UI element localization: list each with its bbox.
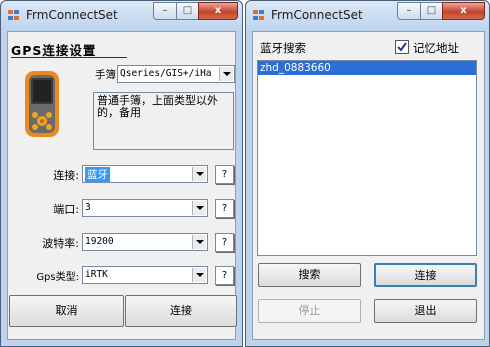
cancel-button[interactable]: 取消	[9, 295, 124, 327]
gps-type-select[interactable]: iRTK	[82, 266, 208, 284]
chevron-down-icon[interactable]	[219, 67, 233, 81]
search-button[interactable]: 搜索	[258, 263, 361, 287]
gps-type-label: Gps类型:	[36, 272, 79, 283]
maximize-button[interactable]: □	[420, 2, 443, 20]
maximize-button[interactable]: □	[176, 2, 199, 20]
app-icon	[8, 10, 21, 22]
port-help-button[interactable]: ?	[215, 199, 234, 218]
baud-select-value: 19200	[85, 236, 114, 247]
bt-search-label: 蓝牙搜索	[260, 41, 306, 55]
port-label: 端口:	[53, 203, 79, 216]
minimize-button[interactable]: –	[153, 2, 177, 20]
exit-button-label: 退出	[414, 304, 437, 317]
stop-button[interactable]: 停止	[258, 299, 361, 323]
remember-label: 记忆地址	[413, 41, 459, 55]
device-name: zhd_0883660	[260, 62, 331, 74]
right-window: FrmConnectSet – □ x 蓝牙搜索 记忆地址 zhd_088366…	[245, 0, 490, 347]
left-client: GPS连接设置 手簿: Qseries/GIS+/iHa 普通手簿，上面类型以外…	[7, 31, 237, 340]
gps-device-image	[23, 69, 61, 139]
checkmark-icon	[397, 42, 407, 52]
connect-button-label: 连接	[414, 269, 437, 282]
handbook-select-value: Qseries/GIS+/iHa	[120, 68, 212, 79]
connect-help-button[interactable]: ?	[215, 165, 234, 184]
window-title: FrmConnectSet	[271, 8, 363, 22]
description-textbox[interactable]: 普通手簿，上面类型以外的，备用	[93, 92, 234, 150]
handbook-select[interactable]: Qseries/GIS+/iHa	[117, 65, 235, 83]
baud-help-button[interactable]: ?	[215, 233, 234, 252]
connect-select-value: 蓝牙	[85, 167, 110, 182]
chevron-down-icon[interactable]	[192, 201, 206, 215]
stop-button-label: 停止	[298, 304, 321, 317]
handbook-label: 手簿:	[95, 69, 120, 81]
exit-button[interactable]: 退出	[374, 299, 477, 323]
chevron-down-icon[interactable]	[192, 235, 206, 249]
cancel-button-label: 取消	[55, 304, 78, 317]
gps-type-select-value: iRTK	[85, 269, 108, 280]
window-title: FrmConnectSet	[26, 8, 118, 22]
left-titlebar: FrmConnectSet – □ x	[1, 1, 242, 31]
description-text: 普通手簿，上面类型以外的，备用	[97, 94, 218, 119]
close-button[interactable]: x	[442, 2, 485, 20]
connect-button-label: 连接	[170, 304, 192, 317]
connect-button[interactable]: 连接	[374, 263, 477, 287]
port-select[interactable]: 3	[82, 199, 208, 217]
right-client: 蓝牙搜索 记忆地址 zhd_0883660 搜索 连接 停止 退出	[252, 31, 485, 340]
baud-select[interactable]: 19200	[82, 233, 208, 251]
gps-type-help-button[interactable]: ?	[215, 266, 234, 285]
port-select-value: 3	[85, 202, 91, 213]
app-icon	[253, 10, 266, 22]
connect-label: 连接:	[53, 169, 79, 182]
chevron-down-icon[interactable]	[192, 167, 206, 181]
chevron-down-icon[interactable]	[192, 268, 206, 282]
connect-select[interactable]: 蓝牙	[82, 165, 208, 183]
close-button[interactable]: x	[198, 2, 238, 20]
minimize-button[interactable]: –	[397, 2, 421, 20]
connect-button[interactable]: 连接	[125, 295, 237, 327]
list-item[interactable]: zhd_0883660	[258, 61, 476, 75]
section-underline	[11, 57, 127, 58]
left-window: FrmConnectSet – □ x GPS连接设置 手簿: Qseries/…	[0, 0, 243, 347]
search-button-label: 搜索	[298, 268, 321, 281]
remember-checkbox[interactable]	[395, 40, 409, 54]
right-titlebar: FrmConnectSet – □ x	[246, 1, 489, 31]
device-list[interactable]: zhd_0883660	[257, 60, 477, 256]
baud-label: 波特率:	[42, 237, 79, 250]
